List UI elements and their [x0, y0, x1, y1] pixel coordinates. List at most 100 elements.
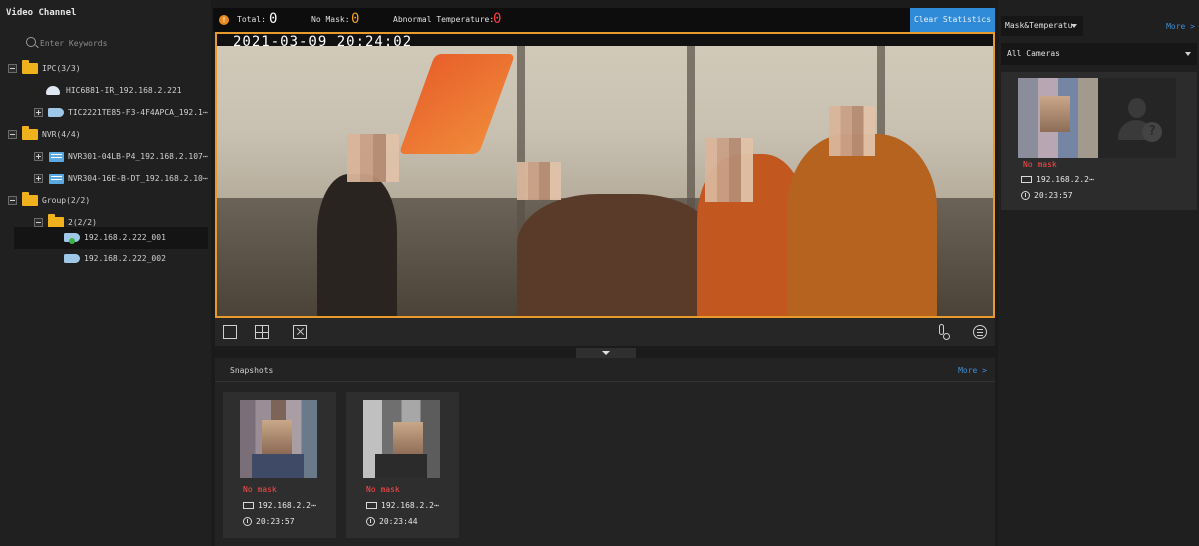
camera-filter-value: All Cameras	[1007, 49, 1060, 58]
clock-icon	[243, 517, 252, 526]
camera-ip: 192.168.2.2⋯	[366, 501, 439, 510]
nvr-icon	[49, 174, 64, 184]
collapse-icon[interactable]	[8, 64, 17, 73]
tree-node-nvr[interactable]: NVR(4/4)	[0, 124, 211, 146]
mask-status: No mask	[243, 485, 277, 494]
tree-node-label: 192.168.2.222_002	[84, 254, 166, 263]
camera-ip: 192.168.2.2⋯	[1021, 175, 1094, 184]
person-body	[252, 454, 304, 478]
captured-face-thumbnail	[1018, 78, 1098, 158]
blurred-face	[393, 422, 423, 456]
tree-node-label: TIC2221TE85-F3-4F4APCA_192.1⋯	[68, 108, 208, 117]
mask-temperature-panel: Mask&Temperatu More > All Cameras ? No m…	[998, 0, 1199, 546]
alarm-card[interactable]: ? No mask 192.168.2.2⋯ 20:23:57	[1001, 72, 1197, 210]
tree-node-ipc[interactable]: IPC(3/3)	[0, 58, 211, 80]
total-value: 0	[269, 11, 278, 27]
snapshots-more-link[interactable]: More >	[958, 366, 987, 375]
capture-time-text: 20:23:57	[1034, 191, 1073, 200]
panel-title: Video Channel	[6, 8, 77, 18]
snapshots-title: Snapshots	[230, 366, 274, 375]
chevron-down-icon	[1071, 24, 1077, 28]
tree-node-device[interactable]: NVR304-16E-B-DT_192.168.2.10⋯	[0, 168, 211, 190]
camera-filter-dropdown[interactable]: All Cameras	[1001, 43, 1197, 65]
bullet-camera-icon	[64, 233, 80, 244]
abnormal-temperature-value: 0	[493, 11, 502, 27]
collapse-icon[interactable]	[8, 130, 17, 139]
clear-statistics-button[interactable]: Clear Statistics	[910, 8, 995, 32]
alarms-more-link[interactable]: More >	[1166, 22, 1195, 31]
tree-node-device[interactable]: NVR301-04LB-P4_192.168.2.107⋯	[0, 146, 211, 168]
alarm-type-value: Mask&Temperatu	[1005, 21, 1073, 30]
alarm-type-dropdown[interactable]: Mask&Temperatu	[1001, 16, 1083, 36]
nvr-icon	[49, 152, 64, 162]
tree-node-camera[interactable]: 192.168.2.222_002	[14, 248, 208, 270]
tree-node-label: Group(2/2)	[42, 196, 91, 205]
blurred-face	[829, 106, 875, 156]
single-window-layout-icon[interactable]	[223, 325, 237, 339]
video-toolbar	[215, 318, 995, 346]
tree-node-group[interactable]: Group(2/2)	[0, 190, 211, 212]
live-video-view[interactable]: 2021-03-09 20:24:02	[215, 32, 995, 318]
total-label: Total:	[237, 15, 266, 24]
expand-icon[interactable]	[34, 152, 43, 161]
snapshots-panel: Snapshots More > No mask 192.168.2.2⋯ 20…	[215, 358, 995, 546]
dome-camera-icon	[46, 86, 60, 95]
search-input[interactable]: Enter Keywords	[26, 37, 204, 53]
close-all-windows-icon[interactable]	[293, 325, 307, 339]
capture-time: 20:23:57	[1021, 191, 1073, 200]
bullet-camera-icon	[64, 254, 80, 263]
camera-icon	[243, 502, 254, 509]
person-figure	[787, 134, 937, 316]
snapshot-thumbnail	[363, 400, 440, 478]
chevron-down-icon	[1185, 52, 1191, 56]
collapse-icon[interactable]	[8, 196, 17, 205]
video-channel-panel: Video Channel Enter Keywords IPC(3/3) HI…	[0, 0, 211, 546]
tree-node-label: HIC6881-IR_192.168.2.221	[66, 86, 182, 95]
snapshot-card[interactable]: No mask 192.168.2.2⋯ 20:23:44	[346, 392, 459, 538]
person-body	[375, 454, 427, 478]
collapse-panel-handle[interactable]	[576, 348, 636, 358]
camera-ip-text: 192.168.2.2⋯	[258, 501, 316, 510]
no-mask-label: No Mask:	[311, 15, 350, 24]
clock-icon	[366, 517, 375, 526]
tree-node-label: NVR301-04LB-P4_192.168.2.107⋯	[68, 152, 208, 161]
tree-node-camera[interactable]: TIC2221TE85-F3-4F4APCA_192.1⋯	[0, 102, 211, 124]
statistics-bar: ! Total: 0 No Mask: 0 Abnormal Temperatu…	[213, 8, 995, 32]
search-placeholder: Enter Keywords	[40, 39, 108, 48]
mask-status: No mask	[366, 485, 400, 494]
snapshots-header: Snapshots More >	[215, 358, 995, 382]
abnormal-temperature-label: Abnormal Temperature:	[393, 15, 495, 24]
capture-time-text: 20:23:57	[256, 517, 295, 526]
mask-status: No mask	[1023, 160, 1057, 169]
person-figure	[317, 174, 397, 316]
tree-node-label: NVR304-16E-B-DT_192.168.2.10⋯	[68, 174, 208, 183]
snapshot-thumbnail	[240, 400, 317, 478]
blurred-face	[347, 134, 399, 182]
expand-icon[interactable]	[34, 108, 43, 117]
unknown-person-placeholder-icon: ?	[1098, 78, 1176, 158]
menu-list-icon[interactable]	[973, 325, 987, 339]
bullet-camera-icon	[48, 108, 64, 117]
expand-icon[interactable]	[34, 174, 43, 183]
snapshot-card[interactable]: No mask 192.168.2.2⋯ 20:23:57	[223, 392, 336, 538]
blurred-face	[262, 420, 292, 454]
tree-node-label: IPC(3/3)	[42, 64, 81, 73]
camera-ip: 192.168.2.2⋯	[243, 501, 316, 510]
camera-icon	[1021, 176, 1032, 183]
capture-time: 20:23:57	[243, 517, 295, 526]
folder-icon	[22, 126, 38, 140]
folder-icon	[22, 192, 38, 206]
camera-ip-text: 192.168.2.2⋯	[1036, 175, 1094, 184]
blurred-face	[517, 162, 561, 200]
tree-node-camera-selected[interactable]: 192.168.2.222_001	[14, 227, 208, 249]
search-icon	[26, 37, 36, 47]
alert-icon: !	[219, 15, 229, 25]
tree-node-label: NVR(4/4)	[42, 130, 81, 139]
blurred-face	[705, 138, 753, 202]
collapse-icon[interactable]	[34, 218, 43, 227]
tree-node-camera[interactable]: HIC6881-IR_192.168.2.221	[0, 80, 211, 102]
four-window-layout-icon[interactable]	[255, 325, 269, 339]
capture-time-text: 20:23:44	[379, 517, 418, 526]
tree-node-label: 192.168.2.222_001	[84, 233, 166, 242]
temperature-icon[interactable]	[937, 324, 950, 340]
